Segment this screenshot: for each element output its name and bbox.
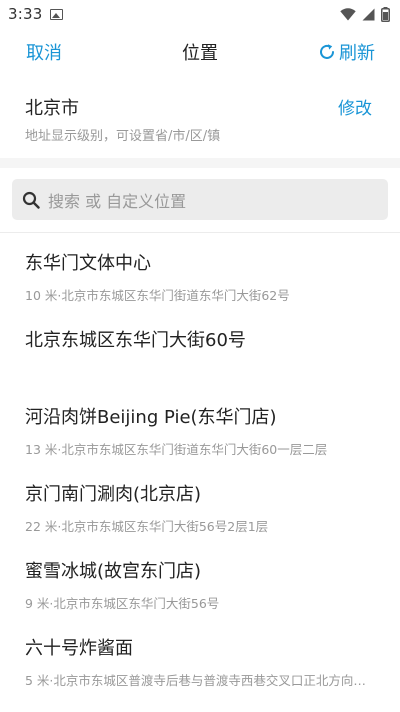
current-city: 北京市	[25, 98, 79, 119]
search-icon	[22, 191, 40, 209]
list-item[interactable]: 蜜雪冰城(故宫东门店) 9 米·北京市东城区东华门大街56号	[0, 541, 400, 618]
edit-button[interactable]: 修改	[338, 94, 372, 119]
list-item[interactable]: 京门南门涮肉(北京店) 22 米·北京市东城区东华门大街56号2层1层	[0, 464, 400, 541]
place-name: 京门南门涮肉(北京店)	[25, 484, 202, 505]
search-input[interactable]: 搜索 或 自定义位置	[12, 179, 388, 220]
status-icons	[340, 6, 390, 22]
current-location-section: 北京市 修改 地址显示级别，可设置省/市/区/镇	[0, 80, 400, 158]
address-level-hint: 地址显示级别，可设置省/市/区/镇	[25, 129, 221, 144]
refresh-label: 刷新	[339, 43, 375, 64]
image-notification-icon	[50, 8, 64, 20]
place-name: 东华门文体中心	[25, 253, 151, 274]
list-item[interactable]: 六十号炸酱面 5 米·北京市东城区普渡寺后巷与普渡寺西巷交叉口正北方向…	[0, 618, 400, 695]
search-placeholder: 搜索 或 自定义位置	[48, 191, 187, 211]
section-divider	[0, 158, 400, 168]
list-item[interactable]: 河沿肉饼Beijing Pie(东华门店) 13 米·北京市东城区东华门街道东华…	[0, 387, 400, 464]
place-list: 东华门文体中心 10 米·北京市东城区东华门街道东华门大街62号 北京东城区东华…	[0, 232, 400, 695]
place-name: 六十号炸酱面	[25, 638, 133, 659]
place-address: 5 米·北京市东城区普渡寺后巷与普渡寺西巷交叉口正北方向…	[25, 673, 366, 688]
list-item[interactable]: 东华门文体中心 10 米·北京市东城区东华门街道东华门大街62号	[0, 233, 400, 310]
status-bar: 3:33	[0, 0, 400, 28]
place-address: 9 米·北京市东城区东华门大街56号	[25, 596, 220, 611]
place-address: 10 米·北京市东城区东华门街道东华门大街62号	[25, 288, 290, 303]
place-name: 蜜雪冰城(故宫东门店)	[25, 561, 202, 582]
place-name: 河沿肉饼Beijing Pie(东华门店)	[25, 407, 277, 428]
status-time: 3:33	[8, 5, 43, 23]
cellular-signal-icon	[362, 8, 375, 20]
list-item[interactable]: 北京东城区东华门大街60号	[0, 310, 400, 387]
wifi-icon	[340, 7, 356, 21]
place-address: 13 米·北京市东城区东华门街道东华门大街60一层二层	[25, 442, 328, 457]
refresh-button[interactable]: 刷新	[318, 39, 375, 65]
search-section: 搜索 或 自定义位置	[0, 168, 400, 232]
nav-bar: 取消 位置 刷新	[0, 28, 400, 76]
cancel-button[interactable]: 取消	[26, 39, 62, 65]
place-name: 北京东城区东华门大街60号	[25, 330, 246, 351]
place-address: 22 米·北京市东城区东华门大街56号2层1层	[25, 519, 269, 534]
refresh-icon	[320, 44, 334, 59]
battery-icon	[381, 6, 390, 22]
